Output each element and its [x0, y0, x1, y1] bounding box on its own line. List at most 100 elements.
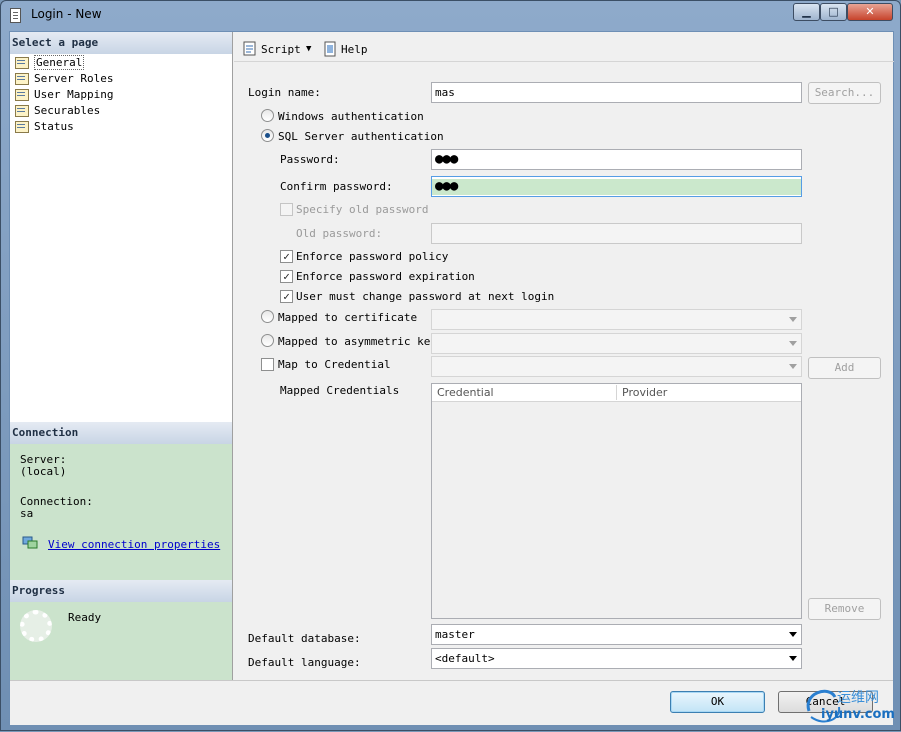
map-credential-label: Map to Credential: [278, 358, 391, 371]
chevron-down-icon: [789, 656, 797, 661]
right-pane: Script ▼ Help Login name: mas Search... …: [234, 32, 894, 680]
script-icon: [243, 41, 256, 56]
add-button[interactable]: Add: [808, 357, 881, 379]
password-label: Password:: [280, 153, 340, 166]
progress-panel: Ready: [10, 602, 232, 680]
specify-old-password-checkbox[interactable]: [280, 203, 293, 216]
sql-auth-label: SQL Server authentication: [278, 130, 444, 143]
old-password-input[interactable]: [431, 223, 802, 244]
script-dropdown-button[interactable]: ▼: [306, 40, 311, 58]
page-label: Server Roles: [34, 71, 114, 85]
map-credential-checkbox[interactable]: [261, 358, 274, 371]
windows-auth-label: Windows authentication: [278, 110, 424, 123]
mapped-certificate-label: Mapped to certificate: [278, 311, 418, 324]
page-item-user-mapping[interactable]: User Mapping: [14, 86, 113, 102]
asymmetric-key-combo[interactable]: [431, 333, 802, 354]
default-language-combo[interactable]: <default>: [431, 648, 802, 669]
chevron-down-icon: ▼: [306, 44, 312, 54]
enforce-expiration-label: Enforce password expiration: [296, 270, 475, 283]
ok-button[interactable]: OK: [670, 691, 765, 713]
script-label: Script: [261, 42, 301, 56]
password-input[interactable]: ●●●: [431, 149, 802, 170]
grid-header: Credential Provider: [432, 384, 801, 402]
help-label: Help: [341, 42, 368, 56]
watermark-text-url: iyunv.com: [821, 707, 895, 722]
page-item-general[interactable]: General: [14, 54, 85, 70]
page-label: User Mapping: [34, 87, 114, 101]
login-name-input[interactable]: mas: [431, 82, 802, 103]
connection-header: Connection: [10, 422, 232, 444]
chevron-down-icon: [789, 341, 797, 346]
enforce-policy-label: Enforce password policy: [296, 250, 449, 263]
mapped-certificate-radio[interactable]: [261, 310, 274, 323]
mapped-asymmetric-key-label: Mapped to asymmetric key: [278, 335, 437, 348]
specify-old-password-label: Specify old password: [296, 203, 429, 216]
confirm-password-input[interactable]: ●●●: [431, 176, 802, 197]
login-new-window: Login - New ▁ □ ✕ Select a page General …: [0, 0, 901, 731]
page-icon: [14, 55, 30, 69]
mapped-credentials-label: Mapped Credentials: [280, 384, 400, 397]
default-database-label: Default database:: [248, 632, 361, 645]
grid-col-provider[interactable]: Provider: [622, 386, 667, 399]
view-connection-properties-link[interactable]: View connection properties: [48, 538, 220, 551]
remove-button[interactable]: Remove: [808, 598, 881, 620]
page-icon: [14, 119, 30, 133]
login-name-label: Login name:: [248, 86, 321, 99]
default-database-value: master: [435, 628, 475, 641]
page-item-securables[interactable]: Securables: [14, 102, 100, 118]
default-database-combo[interactable]: master: [431, 624, 802, 645]
left-pane: Select a page General Server Roles User …: [10, 32, 233, 680]
page-label: Status: [34, 119, 74, 133]
credential-combo[interactable]: [431, 356, 802, 377]
minimize-icon: ▁: [802, 5, 811, 18]
certificate-combo[interactable]: [431, 309, 802, 330]
close-button[interactable]: ✕: [847, 3, 893, 21]
minimize-button[interactable]: ▁: [793, 3, 820, 21]
sql-auth-radio[interactable]: [261, 129, 274, 142]
mapped-asymmetric-key-radio[interactable]: [261, 334, 274, 347]
grid-col-credential[interactable]: Credential: [437, 386, 494, 399]
server-value: (local): [20, 465, 67, 478]
enforce-expiration-checkbox[interactable]: ✓: [280, 270, 293, 283]
dialog-button-bar: OK Cancel: [10, 680, 893, 725]
dialog-client-area: Select a page General Server Roles User …: [9, 31, 894, 725]
maximize-icon: □: [828, 5, 839, 18]
watermark-logo: 运维网 iyunv.com: [801, 681, 901, 729]
script-button[interactable]: Script: [242, 40, 301, 58]
old-password-label: Old password:: [296, 227, 383, 240]
select-page-header: Select a page: [10, 32, 232, 54]
page-item-server-roles[interactable]: Server Roles: [14, 70, 113, 86]
connection-properties-icon: [22, 536, 38, 549]
confirm-password-label: Confirm password:: [280, 180, 393, 193]
page-label: General: [34, 54, 85, 70]
progress-spinner-icon: [20, 610, 52, 642]
must-change-checkbox[interactable]: ✓: [280, 290, 293, 303]
title-bar[interactable]: Login - New ▁ □ ✕: [1, 1, 900, 31]
connection-value: sa: [20, 507, 34, 520]
progress-header: Progress: [10, 580, 232, 602]
grid-column-separator: [616, 385, 617, 400]
connection-panel: Server: (local) Connection: sa View conn…: [10, 444, 232, 580]
chevron-down-icon: [789, 632, 797, 637]
help-button[interactable]: Help: [322, 40, 368, 58]
progress-status: Ready: [68, 611, 102, 624]
window-title: Login - New: [31, 7, 102, 21]
toolbar: Script ▼ Help: [234, 32, 894, 62]
default-language-value: <default>: [435, 652, 495, 665]
page-icon: [14, 87, 30, 101]
windows-auth-radio[interactable]: [261, 109, 274, 122]
close-icon: ✕: [865, 5, 875, 18]
chevron-down-icon: [789, 317, 797, 322]
must-change-label: User must change password at next login: [296, 290, 555, 303]
maximize-button[interactable]: □: [820, 3, 847, 21]
enforce-policy-checkbox[interactable]: ✓: [280, 250, 293, 263]
watermark-text-cn: 运维网: [837, 690, 879, 706]
help-icon: [324, 41, 336, 57]
search-button[interactable]: Search...: [808, 82, 881, 104]
window-app-icon: [10, 8, 21, 23]
page-icon: [14, 71, 30, 85]
default-language-label: Default language:: [248, 656, 361, 669]
mapped-credentials-grid[interactable]: Credential Provider: [431, 383, 802, 619]
page-item-status[interactable]: Status: [14, 118, 74, 134]
page-label: Securables: [34, 103, 101, 117]
